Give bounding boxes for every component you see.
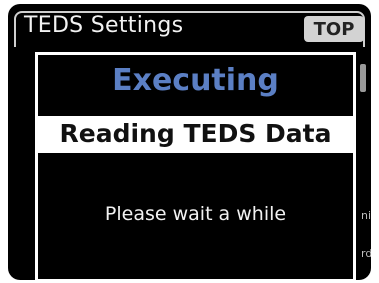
screen-title: TEDS Settings bbox=[24, 13, 184, 38]
top-button[interactable]: TOP bbox=[304, 16, 364, 42]
progress-dialog: Executing Reading TEDS Data Please wait … bbox=[35, 52, 356, 280]
background-text-fragment: nit bbox=[361, 209, 371, 222]
scrollbar[interactable] bbox=[360, 64, 366, 92]
dialog-header-text: Reading TEDS Data bbox=[59, 119, 332, 148]
background-text-fragment: rd bbox=[361, 247, 371, 260]
dialog-header: Reading TEDS Data bbox=[38, 116, 353, 153]
device-screen: TEDS Settings TOP nit rd Executing Readi… bbox=[8, 4, 371, 280]
status-text: Executing bbox=[112, 63, 279, 98]
dialog-message: Please wait a while bbox=[104, 203, 287, 225]
